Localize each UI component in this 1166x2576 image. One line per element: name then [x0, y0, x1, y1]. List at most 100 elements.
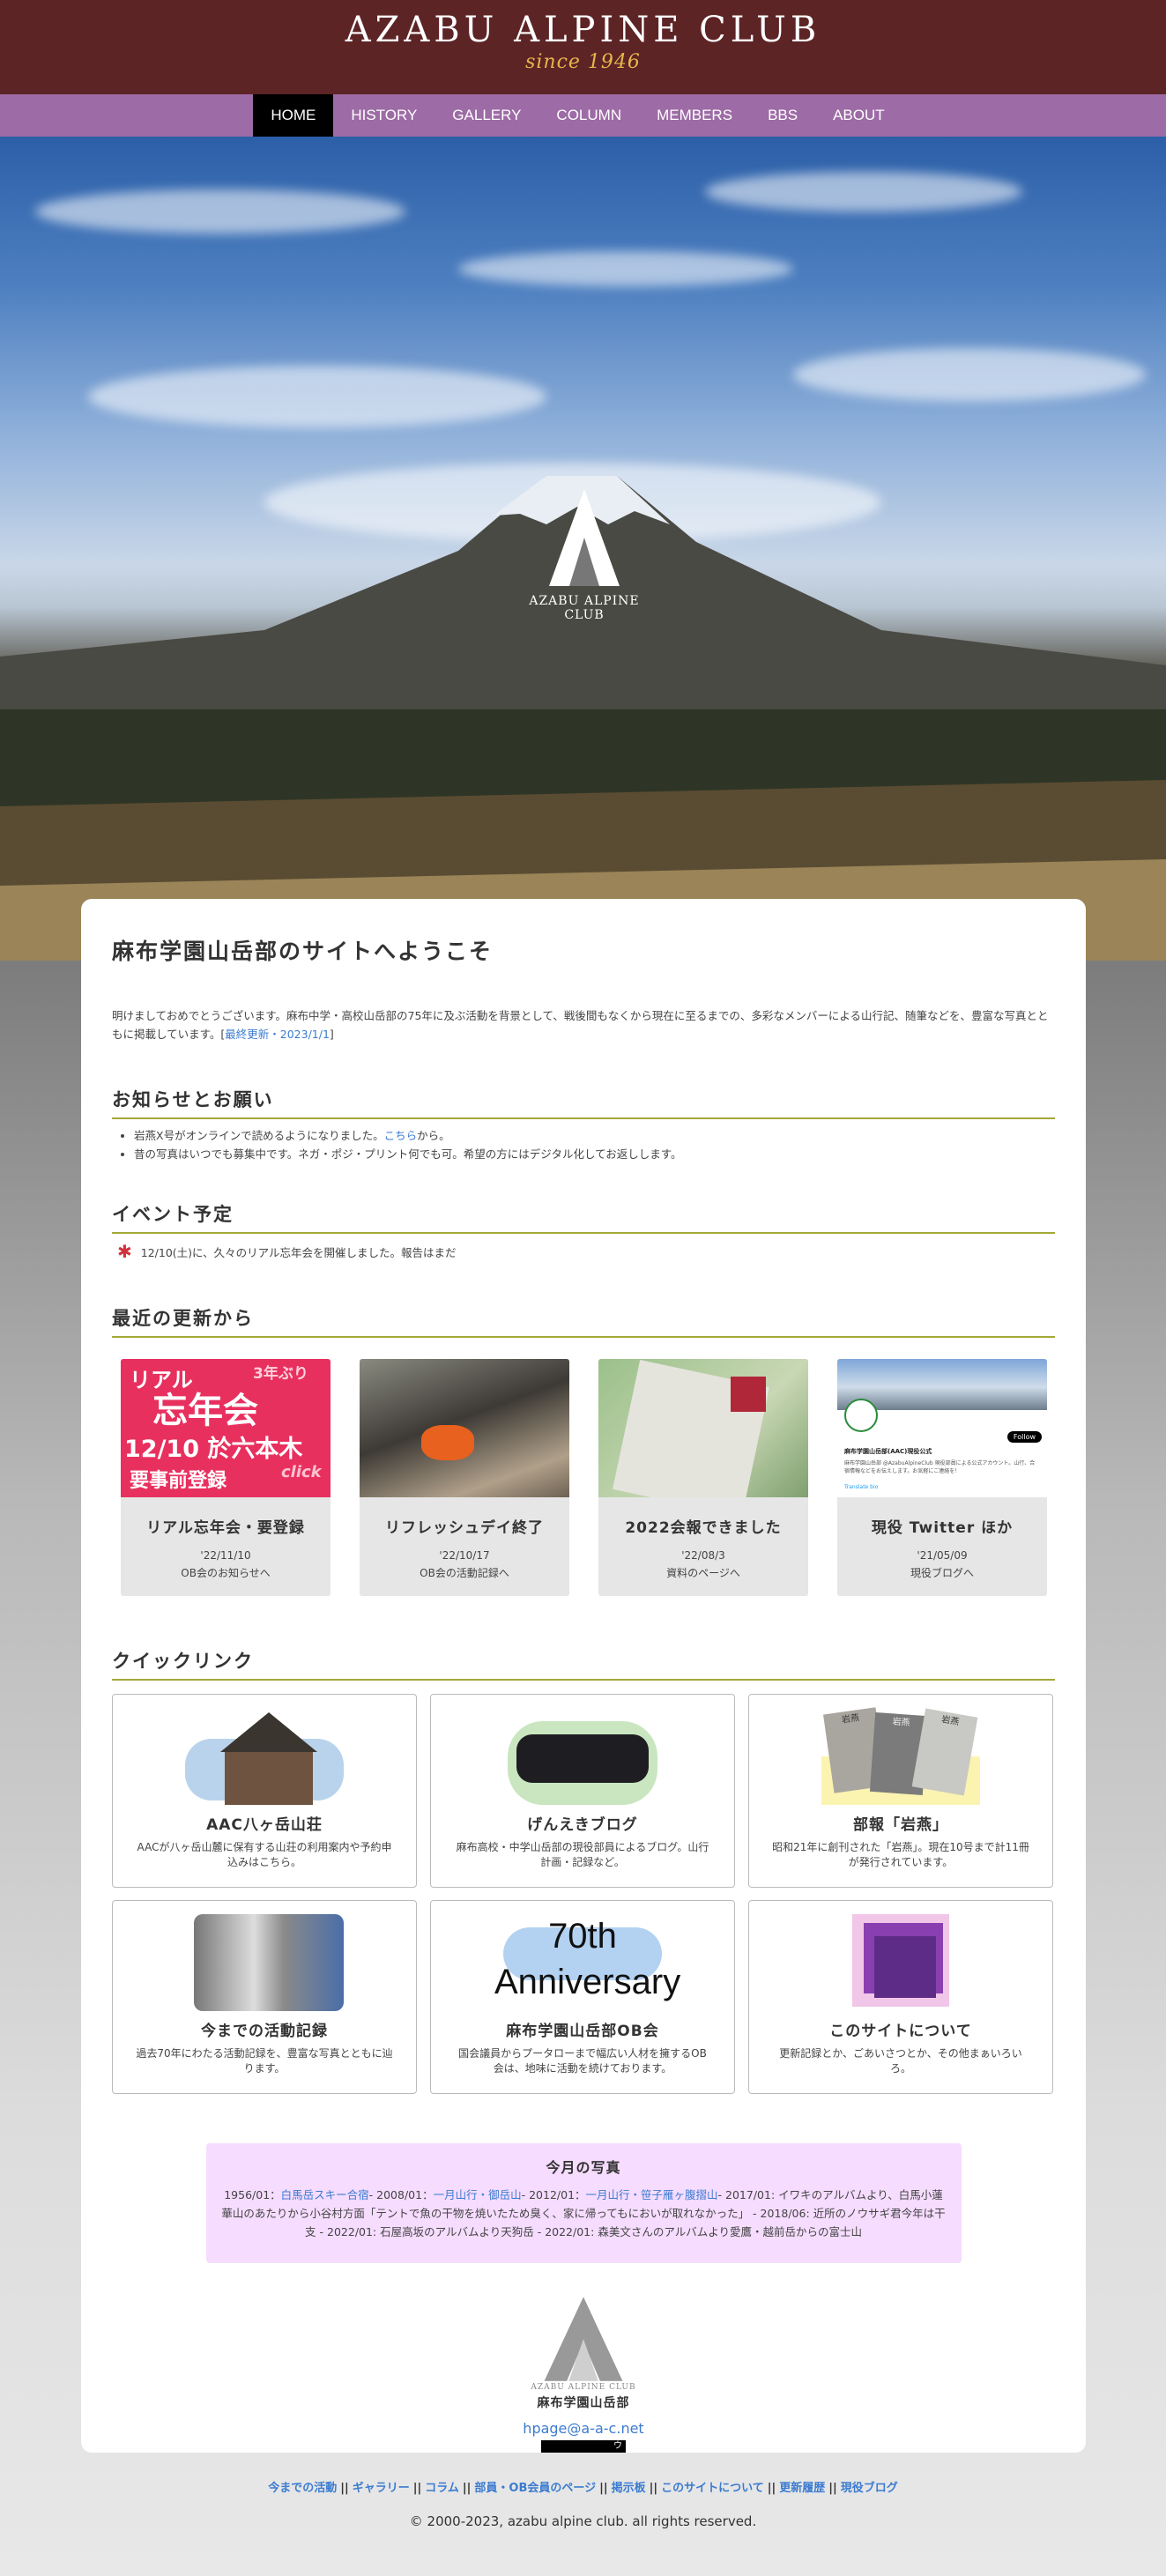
footer-link-history[interactable]: 更新履歴	[779, 2482, 825, 2495]
twitter-thumbnail: Follow 麻布学園山岳部(AAC)現役公式 麻布学園山岳部 @AzabuAl…	[837, 1359, 1047, 1497]
update-title: リアル忘年会・要登録	[146, 1519, 305, 1537]
main-nav: HOME HISTORY GALLERY COLUMN MEMBERS BBS …	[0, 94, 1166, 137]
quicklink-card[interactable]: 今までの活動記録 過去70年にわたる活動記録を、豊富な写真とともに辿ります。	[112, 1900, 417, 2094]
update-desc: OB会の活動記録へ	[420, 1567, 509, 1579]
quicklink-desc: 更新記録とか、ごあいさつとか、その他まぁいろいろ。	[779, 2047, 1022, 2075]
footer-link-blog[interactable]: 現役ブログ	[841, 2482, 898, 2495]
event-text: 12/10(土)に、久々のリアル忘年会を開催しました。報告はまだ	[140, 1245, 457, 1259]
thumb-text: 忘年会	[152, 1391, 258, 1431]
update-date: '22/08/3	[681, 1549, 725, 1562]
site-title[interactable]: AZABU ALPINE CLUB	[0, 0, 1166, 50]
update-card[interactable]: リフレッシュデイ終了 '22/10/17 OB会の活動記録へ	[360, 1359, 569, 1596]
photo-detail	[421, 1425, 474, 1460]
quicklink-card[interactable]: AAC八ヶ岳山荘 AACが八ヶ岳山麓に保有する山荘の利用案内や予約申込みはこちら…	[112, 1694, 417, 1888]
update-card[interactable]: 3年ぶり リアル 忘年会 12/10 於六本木 要事前登録 click リアル忘…	[121, 1359, 330, 1596]
update-title: リフレッシュデイ終了	[385, 1519, 544, 1537]
intro-end: ]	[329, 1028, 334, 1041]
quicklink-card[interactable]: 70th Anniversary 麻布学園山岳部OB会 国会議員からプータローま…	[430, 1900, 735, 2094]
thumb-text: click	[281, 1463, 322, 1481]
update-card[interactable]: Follow 麻布学園山岳部(AAC)現役公式 麻布学園山岳部 @AzabuAl…	[837, 1359, 1047, 1596]
main-content-card: 麻布学園山岳部のサイトへようこそ 明けましておめでとうございます。麻布中学・高校…	[81, 899, 1086, 2453]
nav-about[interactable]: ABOUT	[815, 94, 902, 137]
last-update-link[interactable]: 最終更新・2023/1/1	[225, 1028, 330, 1041]
monthly-text: 1956/01：	[224, 2188, 281, 2201]
thumb-text: 3年ぶり	[253, 1365, 308, 1383]
updates-heading: 最近の更新から	[112, 1304, 1055, 1338]
group-photo-thumbnail	[360, 1359, 569, 1497]
nav-members[interactable]: MEMBERS	[639, 94, 750, 137]
update-date: '22/10/17	[439, 1549, 490, 1562]
notice-link[interactable]: こちら	[384, 1129, 418, 1142]
card-footer: AZABU ALPINE CLUB 麻布学園山岳部 hpage@a-a-c.ne…	[112, 2295, 1055, 2453]
hero-logo-text: AZABU ALPINE CLUB	[529, 594, 640, 622]
monthly-link[interactable]: 一月山行・御岳山	[434, 2188, 522, 2201]
footer-link-bbs[interactable]: 掲示板	[612, 2482, 646, 2495]
quicklink-desc: 麻布高校・中学山岳部の現役部員によるブログ。山行計画・記録など。	[456, 1841, 709, 1868]
club-logo-icon	[549, 489, 620, 586]
quicklink-title: AAC八ヶ岳山荘	[206, 1816, 323, 1834]
monthly-link[interactable]: 一月山行・笹子雁ヶ腹摺山	[586, 2188, 718, 2201]
quicklinks-grid: AAC八ヶ岳山荘 AACが八ヶ岳山麓に保有する山荘の利用案内や予約申込みはこちら…	[112, 1694, 1055, 2094]
hidden-bar: ウ	[541, 2440, 626, 2453]
footer-link-gallery[interactable]: ギャラリー	[353, 2482, 410, 2495]
photo-detail	[194, 1914, 344, 2011]
quicklink-card[interactable]: このサイトについて 更新記録とか、ごあいさつとか、その他まぁいろいろ。	[748, 1900, 1053, 2094]
events-heading: イベント予定	[112, 1200, 1055, 1234]
notice-item: 昔の写真はいつでも募集中です。ネガ・ポジ・プリント何でも可。希望の方にはデジタル…	[134, 1145, 1055, 1163]
quicklink-desc: 過去70年にわたる活動記録を、豊富な写真とともに辿ります。	[136, 2047, 393, 2075]
nav-bbs[interactable]: BBS	[750, 94, 815, 137]
footer-link-column[interactable]: コラム	[425, 2482, 459, 2495]
asterisk-icon: ✱	[117, 1241, 132, 1262]
club-logo-icon	[544, 2297, 623, 2381]
hero-image: AZABU ALPINE CLUB	[0, 137, 1166, 961]
footer-link-about[interactable]: このサイトについて	[661, 2482, 764, 2495]
anniversary-text: 70th	[548, 1917, 617, 1956]
quicklink-card[interactable]: 岩燕 岩燕 岩燕 部報「岩燕」 昭和21年に創刊された「岩燕」。現在10号まで計…	[748, 1694, 1053, 1888]
cabin-image	[176, 1704, 353, 1809]
footer-link-activity[interactable]: 今までの活動	[268, 2482, 337, 2495]
update-title: 現役 Twitter ほか	[871, 1519, 1014, 1537]
club-name: 麻布学園山岳部	[537, 2396, 630, 2410]
anniversary-image: 70th Anniversary	[494, 1910, 681, 2016]
quicklink-title: げんえきブログ	[527, 1816, 638, 1834]
quicklinks-heading: クイックリンク	[112, 1647, 1055, 1681]
quicklink-title: このサイトについて	[829, 2023, 972, 2040]
footer-link-members[interactable]: 部員・OB会員のページ	[474, 2482, 596, 2495]
update-desc: 資料のページへ	[666, 1567, 740, 1579]
update-card[interactable]: 2022会報できました '22/08/3 資料のページへ	[598, 1359, 808, 1596]
separator: ||	[599, 2482, 608, 2495]
notice-text: 岩燕X号がオンラインで読めるようになりました。	[134, 1129, 384, 1142]
nav-home[interactable]: HOME	[253, 94, 334, 137]
photo-detail	[874, 1936, 936, 1998]
thumb-text: 要事前登録	[130, 1470, 227, 1492]
quicklink-title: 今までの活動記録	[201, 2023, 328, 2040]
monthly-link[interactable]: 白馬岳スキー合宿	[281, 2188, 369, 2201]
photo-detail	[516, 1734, 649, 1783]
since-tagline: since 1946	[525, 51, 641, 73]
nav-column[interactable]: COLUMN	[538, 94, 639, 137]
quicklink-card[interactable]: げんえきブログ 麻布高校・中学山岳部の現役部員によるブログ。山行計画・記録など。	[430, 1694, 735, 1888]
quicklink-desc: 国会議員からプータローまで幅広い人材を擁するOB 会は、地味に活動を続けておりま…	[458, 2047, 707, 2075]
event-item: ✱ 12/10(土)に、久々のリアル忘年会を開催しました。報告はまだ	[112, 1241, 1055, 1262]
follow-badge: Follow	[1006, 1431, 1042, 1443]
email-link[interactable]: hpage@a-a-c.net	[112, 2420, 1055, 2437]
twitter-account-name: 麻布学園山岳部(AAC)現役公式	[844, 1448, 932, 1455]
site-screens-image	[813, 1910, 989, 2016]
photo-of-month-body: 1956/01：白馬岳スキー合宿- 2008/01：一月山行・御岳山- 2012…	[220, 2186, 947, 2241]
quicklink-title: 部報「岩燕」	[853, 1816, 948, 1834]
twitter-link: Translate bio	[844, 1484, 879, 1490]
nav-history[interactable]: HISTORY	[333, 94, 434, 137]
separator: ||	[412, 2482, 422, 2495]
history-climbers-image	[176, 1910, 353, 2016]
monthly-text: - 2012/01：	[521, 2188, 586, 2201]
photo-detail	[220, 1712, 317, 1752]
anniversary-text: Anniversary	[494, 1963, 681, 2001]
separator: ||	[828, 2482, 837, 2495]
bulletin-books-image: 岩燕 岩燕 岩燕	[813, 1704, 989, 1809]
hero-club-logo: AZABU ALPINE CLUB	[514, 485, 655, 622]
photo-of-month-title: 今月の写真	[546, 2159, 621, 2176]
notices-heading: お知らせとお願い	[112, 1086, 1055, 1119]
photo-detail	[225, 1752, 313, 1805]
updates-list: 3年ぶり リアル 忘年会 12/10 於六本木 要事前登録 click リアル忘…	[112, 1359, 1055, 1596]
nav-gallery[interactable]: GALLERY	[434, 94, 538, 137]
